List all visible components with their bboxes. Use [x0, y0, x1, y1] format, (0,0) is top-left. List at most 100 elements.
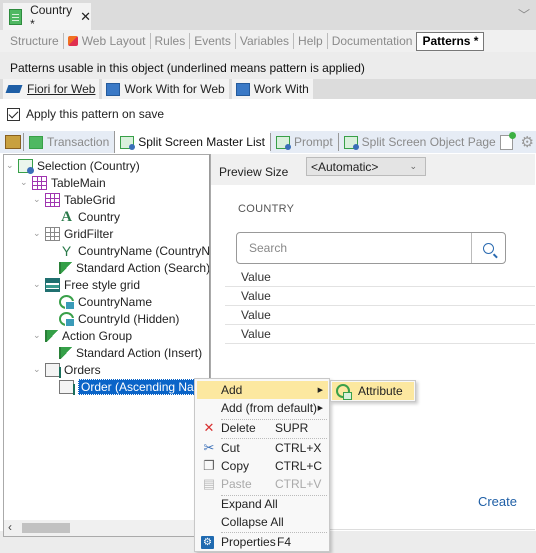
- menu-item-label: Delete: [221, 421, 256, 435]
- list-item[interactable]: Value: [225, 325, 535, 344]
- instance-properties-icon[interactable]: [5, 135, 21, 149]
- editor-tabs: Structure Web Layout Rules Events Variab…: [0, 30, 536, 52]
- text-block-icon: A: [61, 208, 72, 225]
- instance-tab-split-screen-object-page[interactable]: Split Screen Object Page: [337, 133, 501, 151]
- menu-item-shortcut: CTRL+X: [275, 441, 322, 455]
- menu-item-shortcut: CTRL+C: [275, 459, 323, 473]
- list-item[interactable]: Value: [225, 287, 535, 306]
- create-link[interactable]: Create: [478, 494, 517, 509]
- scrollbar-thumb[interactable]: [22, 523, 70, 533]
- menu-item-cut[interactable]: ✂ Cut CTRL+X: [197, 439, 328, 457]
- instance-toolbar: Transaction Split Screen Master List Pro…: [0, 131, 536, 153]
- instance-tab-label: Split Screen Master List: [138, 135, 265, 149]
- tree-node-tablemain[interactable]: ⌄ TableMain: [20, 174, 106, 191]
- close-tab-icon[interactable]: ✕: [80, 9, 91, 25]
- menu-item-copy[interactable]: ❐ Copy CTRL+C: [197, 457, 328, 475]
- tree-node-tablegrid[interactable]: ⌄ TableGrid: [33, 191, 115, 208]
- search-placeholder: Search: [249, 241, 288, 255]
- tree-node-gridfilter[interactable]: ⌄ GridFilter: [33, 225, 113, 242]
- menu-item-paste: ▤ Paste CTRL+V: [197, 475, 328, 493]
- tab-events[interactable]: Events: [190, 33, 236, 49]
- document-tab-bar: Country * ✕ ﹀: [0, 0, 536, 31]
- pattern-tree: ⌄ Selection (Country) ⌄ TableMain ⌄ TableGr…: [3, 154, 210, 537]
- preview-size-label: Preview Size: [219, 165, 289, 179]
- instance-tab-split-screen-master-list[interactable]: Split Screen Master List: [114, 131, 270, 153]
- tree-node-label: Order (Ascending Name): [78, 378, 209, 395]
- pattern-tab-fiori-for-web[interactable]: Fiori for Web: [3, 79, 100, 99]
- tree-horizontal-scrollbar[interactable]: ‹: [4, 520, 209, 536]
- tree-node-action-group[interactable]: ⌄ Action Group: [33, 327, 132, 344]
- tab-documentation[interactable]: Documentation: [328, 33, 417, 49]
- menu-item-shortcut: CTRL+V: [275, 477, 322, 491]
- pattern-tab-label: Work With: [253, 82, 309, 96]
- collapse-icon[interactable]: ⌄: [33, 194, 43, 205]
- table-icon: [45, 192, 60, 207]
- tab-web-layout[interactable]: Web Layout: [64, 33, 151, 49]
- tab-variables[interactable]: Variables: [236, 33, 295, 49]
- copy-icon: ❐: [203, 458, 215, 473]
- transaction-icon: [29, 135, 43, 149]
- pattern-tab-work-with[interactable]: Work With: [231, 79, 313, 99]
- document-tab-country[interactable]: Country * ✕: [3, 2, 91, 31]
- tab-structure[interactable]: Structure: [6, 33, 64, 49]
- preview-search-field[interactable]: Search: [236, 232, 506, 264]
- collapse-icon[interactable]: ⌄: [20, 177, 30, 188]
- gear-icon[interactable]: ⚙: [521, 133, 534, 151]
- tree-node-label: CountryId (Hidden): [78, 311, 180, 326]
- tree-node-countryid[interactable]: CountryId (Hidden): [59, 310, 179, 327]
- chevron-down-icon: ⌄: [409, 161, 417, 171]
- tree-node-free-style-grid[interactable]: ⌄ Free style grid: [33, 276, 140, 293]
- menu-item-expand-all[interactable]: Expand All: [197, 495, 328, 513]
- apply-on-save-row[interactable]: Apply this pattern on save: [7, 107, 164, 121]
- tree-node-standard-action-search[interactable]: Standard Action (Search): [59, 259, 209, 276]
- tab-rules[interactable]: Rules: [151, 33, 191, 49]
- menu-item-delete[interactable]: ✕ Delete SUPR: [197, 419, 328, 437]
- new-instance-icon[interactable]: [499, 131, 516, 150]
- instance-tab-transaction[interactable]: Transaction: [23, 133, 114, 151]
- collapse-icon[interactable]: ⌄: [33, 364, 43, 375]
- menu-item-properties[interactable]: ⚙ Properties F4: [197, 533, 328, 551]
- preview-size-select[interactable]: <Automatic> ⌄: [306, 157, 426, 176]
- orders-icon: [45, 362, 61, 378]
- collapse-icon[interactable]: ⌄: [33, 228, 43, 239]
- tree-node-order-ascending-name[interactable]: Order (Ascending Name): [59, 378, 209, 395]
- pattern-tab-work-with-for-web[interactable]: Work With for Web: [102, 79, 229, 99]
- list-item[interactable]: Value: [225, 268, 535, 287]
- apply-on-save-checkbox[interactable]: [7, 107, 20, 121]
- tree-node-label: Selection (Country): [37, 158, 140, 173]
- tree-node-country[interactable]: A Country: [59, 208, 120, 225]
- tree-node-label: Standard Action (Insert): [76, 345, 203, 360]
- patterns-description: Patterns usable in this object (underlin…: [10, 61, 365, 75]
- tree-node-selection[interactable]: ⌄ Selection (Country): [6, 157, 140, 174]
- tree-node-countryname-filter[interactable]: Y CountryName (CountryN: [59, 242, 209, 259]
- menu-item-collapse-all[interactable]: Collapse All: [197, 513, 328, 531]
- list-item[interactable]: Value: [225, 306, 535, 325]
- tree-node-countryname[interactable]: CountryName: [59, 293, 152, 310]
- menu-item-add-from-default[interactable]: Add (from default) ▶: [197, 399, 328, 417]
- tab-web-layout-label: Web Layout: [81, 34, 146, 48]
- tree-node-orders[interactable]: ⌄ Orders: [33, 361, 101, 378]
- collapse-icon[interactable]: ⌄: [6, 160, 16, 171]
- menu-item-label: Properties: [221, 535, 276, 549]
- search-button[interactable]: [471, 233, 505, 263]
- tab-help[interactable]: Help: [294, 33, 328, 49]
- collapse-icon[interactable]: ⌄: [33, 330, 43, 341]
- action-flag-icon: [59, 261, 72, 274]
- scroll-left-icon[interactable]: ‹: [8, 520, 12, 534]
- collapse-icon[interactable]: ⌄: [33, 279, 43, 290]
- delete-icon: ✕: [203, 420, 215, 435]
- tab-patterns[interactable]: Patterns *: [416, 31, 485, 51]
- submenu-arrow-icon: ▶: [317, 405, 323, 412]
- search-icon: [483, 242, 494, 254]
- menu-item-add[interactable]: Add ▶: [197, 381, 328, 399]
- tree-node-standard-action-insert[interactable]: Standard Action (Insert): [59, 344, 202, 361]
- attribute-icon: [59, 294, 75, 310]
- chevron-down-icon[interactable]: ﹀: [518, 6, 530, 23]
- properties-icon: ⚙: [201, 535, 217, 549]
- submenu-item-attribute[interactable]: Attribute: [332, 382, 414, 400]
- instance-tab-prompt[interactable]: Prompt: [269, 133, 338, 151]
- grid-icon: [45, 226, 60, 241]
- preview-header: Preview Size <Automatic> ⌄: [211, 154, 535, 185]
- work-with-icon: [106, 82, 121, 96]
- document-tab-label: Country *: [30, 2, 73, 31]
